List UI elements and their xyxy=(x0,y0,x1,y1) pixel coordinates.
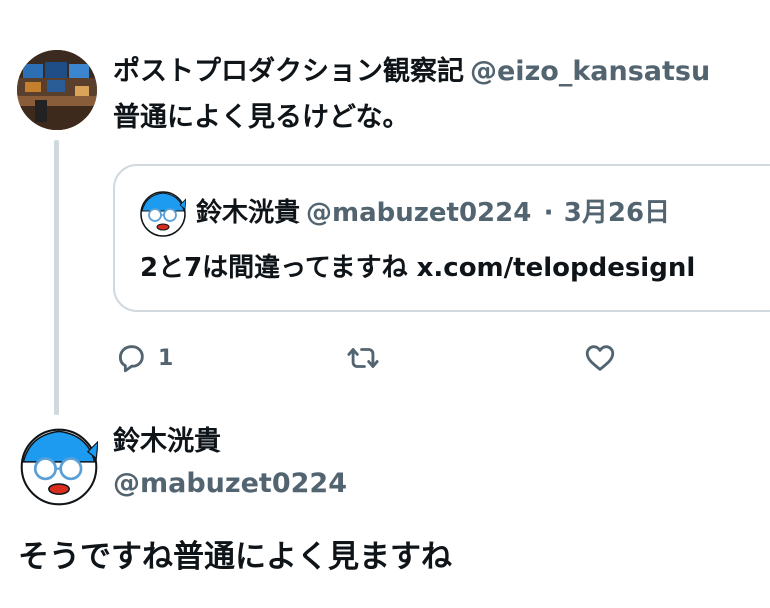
retweet-icon xyxy=(347,348,379,368)
cartoon-face-avatar-icon xyxy=(140,191,187,237)
original-display-name[interactable]: ポストプロダクション観察記 xyxy=(113,56,464,87)
retweet-action[interactable] xyxy=(346,340,380,376)
studio-photo-image xyxy=(17,50,97,130)
quoted-display-name: 鈴木洸貴 xyxy=(196,198,301,228)
original-tweet-text: 普通によく見るけどな。 xyxy=(113,102,410,133)
quoted-handle: @mabuzet0224 xyxy=(306,198,532,228)
reply-icon xyxy=(118,345,144,373)
quoted-tweet-card[interactable] xyxy=(113,164,770,312)
reply-tweet-avatar[interactable] xyxy=(20,428,99,506)
reply-action[interactable]: 1 xyxy=(114,340,173,376)
like-action[interactable] xyxy=(583,340,617,376)
quoted-tweet-text: 2と7は間違ってますね x.com/telopdesignl xyxy=(140,253,696,283)
quoted-tweet-header: 鈴木洸貴 @mabuzet0224 · 3月26日 xyxy=(196,195,670,231)
reply-count: 1 xyxy=(158,345,174,371)
original-handle[interactable]: @eizo_kansatsu xyxy=(470,56,710,87)
reply-display-name[interactable]: 鈴木洸貴 xyxy=(113,424,221,460)
reply-handle[interactable]: @mabuzet0224 xyxy=(113,466,347,502)
quoted-separator: · xyxy=(543,198,554,228)
heart-icon xyxy=(585,345,615,371)
original-tweet-header: ポストプロダクション観察記 @eizo_kansatsu xyxy=(113,54,710,90)
cartoon-face-avatar-icon xyxy=(20,428,99,506)
quoted-date: 3月26日 xyxy=(563,198,671,228)
reply-tweet-text: そうですね普通によく見ますね xyxy=(18,539,452,575)
original-tweet-avatar[interactable] xyxy=(17,50,97,130)
thread-connector-line xyxy=(54,140,59,415)
quoted-tweet-avatar xyxy=(140,191,187,237)
